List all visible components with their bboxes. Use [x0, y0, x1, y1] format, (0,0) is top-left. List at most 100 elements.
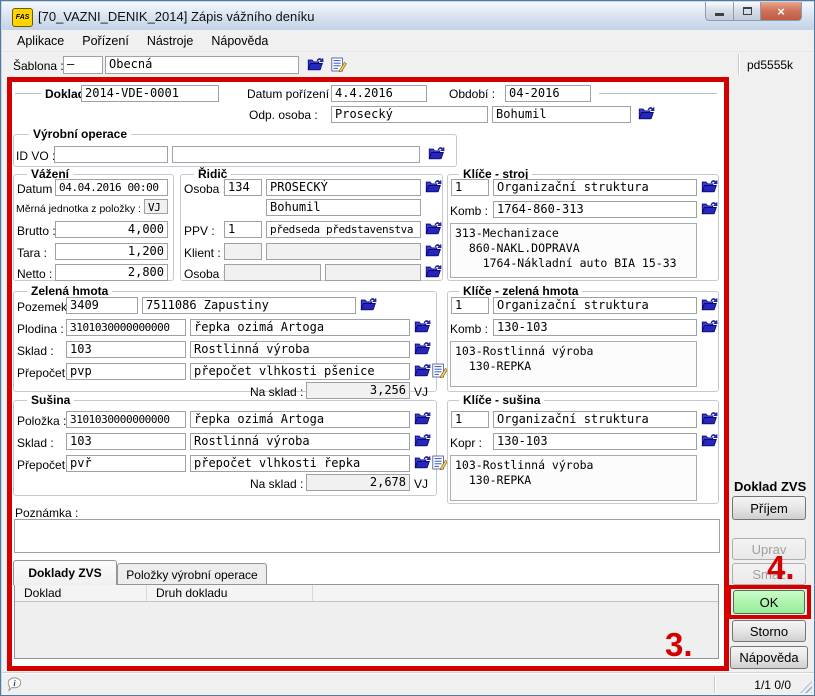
- klice-zelena-struktura-folder-icon[interactable]: [701, 297, 719, 313]
- menu-item-porizeni[interactable]: Pořízení: [75, 31, 136, 51]
- ppv-cislo-field[interactable]: 1: [224, 221, 262, 238]
- su-prepocet-kod-field[interactable]: pvř: [66, 455, 186, 472]
- polozka-lookup-folder-icon[interactable]: [414, 411, 432, 427]
- storno-button[interactable]: Storno: [732, 620, 806, 642]
- obdobi-field[interactable]: 04-2016: [505, 85, 591, 102]
- klient-cislo-field: [224, 243, 262, 260]
- osoba2-jmeno-field: [325, 264, 421, 281]
- pozemek-nazev-field[interactable]: 7511086 Zapustiny: [142, 297, 356, 314]
- zh-sklad-cislo-field[interactable]: 103: [66, 341, 186, 358]
- ridic-osoba-prijmeni-field[interactable]: PROSECKÝ: [266, 179, 421, 196]
- vazeni-datum-field[interactable]: 04.04.2016 00:00: [55, 179, 168, 196]
- close-button[interactable]: ×: [761, 2, 802, 21]
- su-prepocet-nazev-field[interactable]: přepočet vlhkosti řepka: [190, 455, 410, 472]
- su-na-sklad-mj-label: VJ: [414, 477, 428, 491]
- klice-zelena-komb-field[interactable]: 130-103: [493, 319, 697, 336]
- plodina-lookup-folder-icon[interactable]: [414, 319, 432, 335]
- zh-sklad-lookup-folder-icon[interactable]: [414, 341, 432, 357]
- klice-susina-struktura-folder-icon[interactable]: [701, 411, 719, 427]
- plodina-kod-field[interactable]: 3101030000000000: [66, 319, 186, 336]
- plodina-nazev-field[interactable]: řepka ozimá Artoga: [190, 319, 410, 336]
- id-vo-lookup-folder-icon[interactable]: [428, 146, 446, 162]
- klice-zelena-struktura-field[interactable]: Organizační struktura: [493, 297, 697, 314]
- su-sklad-lookup-folder-icon[interactable]: [414, 433, 432, 449]
- tara-field[interactable]: 1,200: [55, 243, 168, 260]
- brutto-field[interactable]: 4,000: [55, 221, 168, 238]
- su-prepocet-folder-icon[interactable]: [414, 455, 432, 471]
- title-bar: FAS [70_VAZNI_DENIK_2014] Zápis vážního …: [2, 2, 815, 31]
- klice-susina-kopr-field[interactable]: 130-103: [493, 433, 697, 450]
- zh-prepocet-kod-field[interactable]: pvp: [66, 363, 186, 380]
- netto-field[interactable]: 2,800: [55, 264, 168, 281]
- menu-item-napoveda[interactable]: Nápověda: [204, 31, 275, 51]
- napoveda-button[interactable]: Nápověda: [730, 646, 808, 669]
- doklad-label: Doklad: [45, 87, 85, 101]
- klice-stroj-struktura-field[interactable]: Organizační struktura: [493, 179, 697, 196]
- open-template-folder-icon[interactable]: [307, 57, 325, 73]
- zelena-hmota-caption: Zelená hmota: [27, 284, 112, 298]
- zh-prepocet-nazev-field[interactable]: přepočet vlhkosti pšenice: [190, 363, 410, 380]
- osoba2-lookup-folder-icon[interactable]: [425, 264, 443, 280]
- su-sklad-nazev-field[interactable]: Rostlinná výroba: [190, 433, 410, 450]
- pozemek-cislo-field[interactable]: 3409: [66, 297, 138, 314]
- odp-osoba-lookup-folder-icon[interactable]: [638, 106, 656, 122]
- toolbar-separator: [738, 54, 739, 75]
- polozka-nazev-field[interactable]: řepka ozimá Artoga: [190, 411, 410, 428]
- smaz-button[interactable]: Smaž: [732, 563, 806, 585]
- vyrobni-operace-caption: Výrobní operace: [29, 127, 131, 141]
- grid-column-doklad[interactable]: Doklad: [15, 585, 147, 601]
- klice-zelena-typ-field[interactable]: 1: [451, 297, 489, 314]
- window-title: [70_VAZNI_DENIK_2014] Zápis vážního dení…: [38, 9, 315, 24]
- prijem-button[interactable]: Příjem: [732, 496, 806, 520]
- doklad-field[interactable]: 2014-VDE-0001: [81, 85, 219, 102]
- datum-porizeni-field[interactable]: 4.4.2016: [331, 85, 427, 102]
- minimize-button[interactable]: [705, 2, 734, 21]
- uprav-button[interactable]: Uprav: [732, 538, 806, 560]
- ridic-osoba-jmeno-field[interactable]: Bohumil: [266, 199, 421, 216]
- zh-sklad-label: Sklad :: [17, 344, 54, 358]
- tab-doklady-zvs[interactable]: Doklady ZVS: [13, 560, 117, 585]
- maximize-button[interactable]: [734, 2, 761, 21]
- ridic-osoba-lookup-folder-icon[interactable]: [425, 179, 443, 195]
- polozka-kod-field[interactable]: 3101030000000000: [66, 411, 186, 428]
- odp-osoba-label: Odp. osoba :: [249, 108, 318, 122]
- template-name-field[interactable]: Obecná: [105, 56, 299, 74]
- zh-prepocet-folder-icon[interactable]: [414, 363, 432, 379]
- close-icon: ×: [777, 4, 785, 19]
- klice-stroj-typ-field[interactable]: 1: [451, 179, 489, 196]
- klient-nazev-field: [266, 243, 421, 260]
- ppv-lookup-folder-icon[interactable]: [425, 221, 443, 237]
- resize-grip[interactable]: [800, 681, 812, 693]
- tab-polozky-vyrobni-operace[interactable]: Položky výrobní operace: [117, 563, 267, 585]
- poznamka-field[interactable]: [14, 519, 720, 553]
- odp-osoba-firstname-field[interactable]: Bohumil: [492, 106, 631, 123]
- su-na-sklad-field: 2,678: [306, 474, 410, 491]
- klice-zelena-komb-folder-icon[interactable]: [701, 319, 719, 335]
- ridic-osoba-cislo-field[interactable]: 134: [224, 179, 262, 196]
- menu-item-nastroje[interactable]: Nástroje: [140, 31, 201, 51]
- klice-stroj-komb-field[interactable]: 1764-860-313: [493, 201, 697, 218]
- doklady-grid-header: Doklad Druh dokladu: [15, 585, 718, 602]
- klice-susina-typ-field[interactable]: 1: [451, 411, 489, 428]
- zh-sklad-nazev-field[interactable]: Rostlinná výroba: [190, 341, 410, 358]
- klice-stroj-komb-folder-icon[interactable]: [701, 201, 719, 217]
- template-code-field[interactable]: –: [63, 56, 103, 74]
- ridic-osoba-label: Osoba :: [184, 182, 226, 196]
- id-vo-code-field[interactable]: [54, 146, 168, 163]
- klice-stroj-struktura-folder-icon[interactable]: [701, 179, 719, 195]
- su-sklad-cislo-field[interactable]: 103: [66, 433, 186, 450]
- klice-susina-kopr-folder-icon[interactable]: [701, 433, 719, 449]
- zh-na-sklad-mj-label: VJ: [414, 385, 428, 399]
- klient-lookup-folder-icon[interactable]: [425, 243, 443, 259]
- ppv-text-field[interactable]: předseda představenstva: [266, 221, 421, 238]
- odp-osoba-surname-field[interactable]: Prosecký: [331, 106, 488, 123]
- grid-column-druh-dokladu[interactable]: Druh dokladu: [147, 585, 313, 601]
- menu-item-aplikace[interactable]: Aplikace: [10, 31, 71, 51]
- klice-susina-struktura-field[interactable]: Organizační struktura: [493, 411, 697, 428]
- id-vo-label: ID VO :: [16, 149, 55, 163]
- ppv-label: PPV :: [184, 224, 215, 238]
- pozemek-lookup-folder-icon[interactable]: [360, 297, 378, 313]
- ok-button[interactable]: OK: [733, 590, 805, 614]
- edit-template-list-icon[interactable]: [331, 57, 349, 73]
- id-vo-name-field[interactable]: [172, 146, 420, 163]
